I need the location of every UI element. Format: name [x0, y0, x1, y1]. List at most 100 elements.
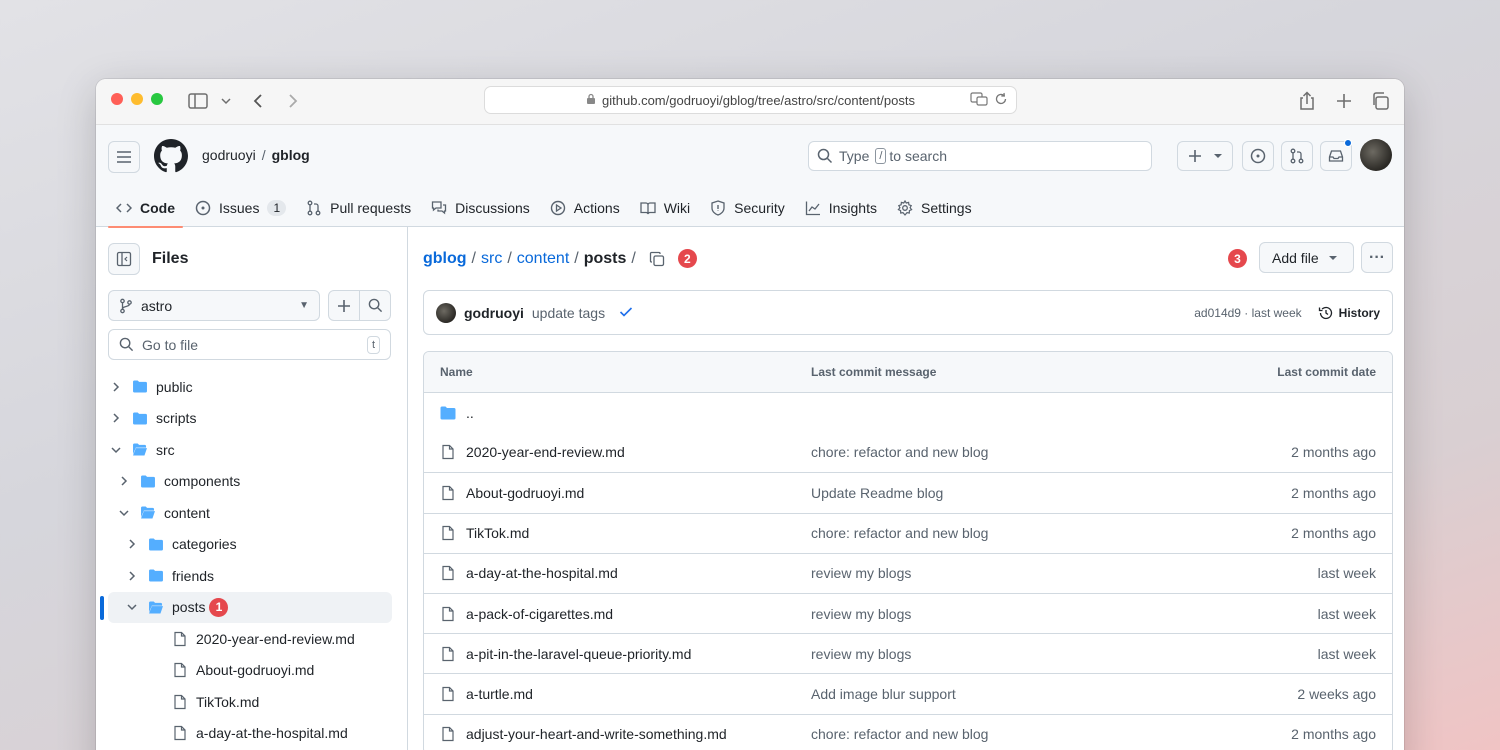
file-name-link[interactable]: 2020-year-end-review.md	[466, 444, 625, 460]
add-file-button[interactable]: Add file	[1259, 242, 1354, 273]
tree-file-item[interactable]: a-day-at-the-hospital.md	[96, 718, 408, 750]
commit-message-link[interactable]: review my blogs	[811, 606, 1191, 622]
commit-message-link[interactable]: chore: refactor and new blog	[811, 444, 1191, 460]
parent-directory-row[interactable]: ..	[424, 392, 1392, 432]
breadcrumb-content-link[interactable]: content	[517, 250, 569, 268]
menu-button[interactable]	[108, 141, 140, 173]
more-options-button[interactable]: ···	[1361, 242, 1393, 273]
file-name-link[interactable]: a-pit-in-the-laravel-queue-priority.md	[466, 646, 691, 662]
chevron-down-icon[interactable]	[124, 603, 140, 611]
chevron-right-icon[interactable]	[108, 413, 124, 423]
search-files-button[interactable]	[360, 291, 390, 320]
zoom-window-button[interactable]	[151, 93, 163, 105]
tab-insights[interactable]: Insights	[797, 189, 889, 227]
chevron-right-icon[interactable]	[124, 539, 140, 549]
tree-file-item[interactable]: About-godruoyi.md	[96, 655, 408, 687]
tree-folder-item[interactable]: public	[96, 371, 408, 403]
address-bar[interactable]: github.com/godruoyi/gblog/tree/astro/src…	[484, 86, 1017, 114]
commit-author-avatar[interactable]	[436, 302, 456, 323]
tree-folder-item[interactable]: posts 1	[100, 591, 392, 623]
sidebar-toggle-icon[interactable]	[186, 89, 210, 113]
add-file-tree-button[interactable]	[329, 291, 360, 320]
tab-code[interactable]: Code	[108, 189, 187, 228]
reload-icon[interactable]	[994, 92, 1008, 109]
commit-sha-time[interactable]: ad014d9 · last week	[1194, 306, 1301, 320]
issues-button[interactable]	[1242, 141, 1274, 171]
tab-overview-icon[interactable]	[1368, 89, 1392, 113]
table-row[interactable]: adjust-your-heart-and-write-something.md…	[424, 713, 1392, 750]
github-logo-icon[interactable]	[154, 139, 188, 173]
commit-message-link[interactable]: Add image blur support	[811, 686, 1191, 702]
file-icon	[442, 646, 454, 661]
file-name-link[interactable]: a-day-at-the-hospital.md	[466, 565, 618, 581]
back-icon[interactable]	[246, 89, 270, 113]
tree-folder-item[interactable]: components	[96, 466, 408, 498]
user-avatar[interactable]	[1360, 139, 1392, 171]
commit-message-link[interactable]: chore: refactor and new blog	[811, 726, 1191, 742]
parent-directory-link[interactable]: ..	[466, 405, 474, 421]
tree-file-item[interactable]: 2020-year-end-review.md	[96, 623, 408, 655]
table-row[interactable]: About-godruoyi.md Update Readme blog 2 mon…	[424, 472, 1392, 512]
search-input[interactable]: Type / to search	[808, 141, 1152, 171]
tab-security[interactable]: Security	[702, 189, 797, 227]
close-window-button[interactable]	[111, 93, 123, 105]
file-name-link[interactable]: a-turtle.md	[466, 686, 533, 702]
file-name-link[interactable]: TikTok.md	[466, 525, 529, 541]
breadcrumb-src-link[interactable]: src	[481, 250, 502, 268]
file-name-link[interactable]: a-pack-of-cigarettes.md	[466, 606, 613, 622]
share-icon[interactable]	[1295, 89, 1319, 113]
chevron-right-icon[interactable]	[116, 476, 132, 486]
minimize-window-button[interactable]	[131, 93, 143, 105]
breadcrumb-repo-link[interactable]: gblog	[423, 250, 467, 268]
table-row[interactable]: 2020-year-end-review.md chore: refactor a…	[424, 432, 1392, 472]
branch-selector[interactable]: astro ▼	[108, 290, 320, 321]
chevron-down-icon[interactable]	[108, 446, 124, 454]
repo-nav: Code Issues 1 Pull requests Discussions …	[108, 189, 984, 228]
tree-file-item[interactable]: TikTok.md	[96, 686, 408, 718]
tree-folder-item[interactable]: scripts	[96, 403, 408, 435]
table-row[interactable]: a-pack-of-cigarettes.md review my blogs la…	[424, 592, 1392, 633]
tree-folder-item[interactable]: friends	[96, 560, 408, 592]
tree-folder-item[interactable]: src	[96, 434, 408, 466]
chevron-down-icon[interactable]	[116, 509, 132, 517]
repo-name-link[interactable]: gblog	[272, 147, 310, 163]
pull-requests-button[interactable]	[1281, 141, 1313, 171]
copy-path-icon[interactable]	[649, 251, 665, 267]
table-row[interactable]: a-day-at-the-hospital.md review my blogs l…	[424, 552, 1392, 593]
table-row[interactable]: a-turtle.md Add image blur support 2 weeks…	[424, 673, 1392, 713]
collapse-sidebar-button[interactable]	[108, 243, 140, 275]
tree-folder-item[interactable]: content	[96, 497, 408, 529]
check-icon[interactable]	[619, 305, 633, 321]
commit-message[interactable]: update tags	[532, 305, 605, 321]
chevron-right-icon[interactable]	[108, 382, 124, 392]
tab-issues[interactable]: Issues 1	[187, 189, 298, 227]
file-name-link[interactable]: About-godruoyi.md	[466, 485, 584, 501]
commit-message-link[interactable]: chore: refactor and new blog	[811, 525, 1191, 541]
forward-icon[interactable]	[281, 89, 305, 113]
commit-date: 2 months ago	[1291, 484, 1376, 501]
commit-message-link[interactable]: review my blogs	[811, 565, 1191, 581]
create-new-button[interactable]	[1177, 141, 1233, 171]
tab-discussions[interactable]: Discussions	[423, 189, 542, 227]
tab-wiki[interactable]: Wiki	[632, 189, 702, 227]
tree-folder-item[interactable]: categories	[96, 529, 408, 561]
chevron-down-icon[interactable]	[214, 89, 238, 113]
browser-toolbar: github.com/godruoyi/gblog/tree/astro/src…	[96, 79, 1404, 125]
add-file-label: Add file	[1272, 249, 1319, 266]
tab-pull-requests[interactable]: Pull requests	[298, 189, 423, 227]
repo-owner-link[interactable]: godruoyi	[202, 147, 256, 163]
new-tab-icon[interactable]	[1332, 89, 1356, 113]
table-row[interactable]: a-pit-in-the-laravel-queue-priority.md re…	[424, 633, 1392, 673]
tab-settings[interactable]: Settings	[889, 189, 984, 227]
commit-message-link[interactable]: review my blogs	[811, 646, 1191, 662]
play-icon	[550, 200, 566, 216]
translate-icon[interactable]	[970, 92, 988, 109]
tab-actions[interactable]: Actions	[542, 189, 632, 227]
table-row[interactable]: TikTok.md chore: refactor and new blog 2 m…	[424, 512, 1392, 553]
file-name-link[interactable]: adjust-your-heart-and-write-something.md	[466, 726, 727, 742]
commit-message-link[interactable]: Update Readme blog	[811, 485, 1191, 501]
history-button[interactable]: History	[1318, 305, 1380, 321]
go-to-file-input[interactable]: Go to file t	[108, 329, 391, 360]
commit-author[interactable]: godruoyi	[464, 305, 524, 321]
chevron-right-icon[interactable]	[124, 571, 140, 581]
